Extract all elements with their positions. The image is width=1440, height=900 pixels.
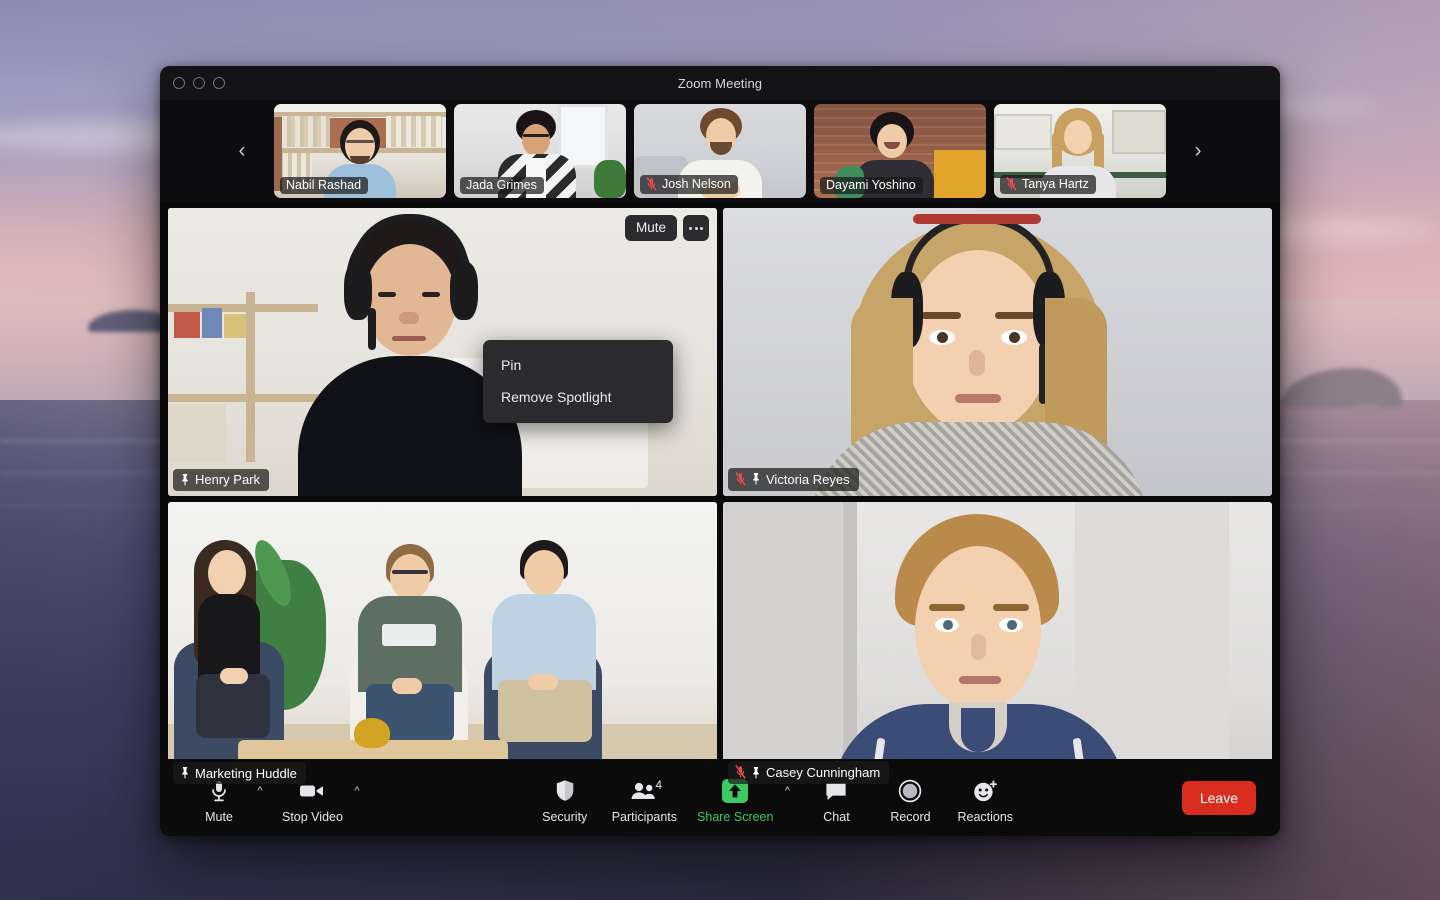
participant-name: Nabil Rashad [286, 178, 362, 192]
audio-options-caret[interactable]: ^ [252, 783, 268, 799]
filmstrip-name-pill: Josh Nelson [640, 175, 738, 194]
more-options-button[interactable] [683, 215, 709, 241]
filmstrip-tile-dayami-yoshino[interactable]: Dayami Yoshino [814, 104, 986, 198]
muted-mic-icon [735, 471, 746, 486]
participants-count: 4 [655, 777, 663, 792]
share-screen-button-label: Share Screen [697, 809, 774, 824]
filmstrip-tile-tanya-hartz[interactable]: Tanya Hartz [994, 104, 1166, 198]
spotlight-pin-icon [180, 473, 190, 486]
participants-button[interactable]: 4 Participants [602, 772, 687, 824]
video-tile-henry-park[interactable]: Mute Pin Remove Spotlight Henry Park [168, 208, 717, 496]
window-traffic-lights [173, 77, 225, 89]
participant-name: Henry Park [195, 472, 261, 487]
toolbar-right-group: Leave [1181, 780, 1280, 815]
share-options-caret[interactable]: ^ [779, 783, 795, 799]
video-feed [723, 208, 1272, 496]
chat-button-label: Chat [823, 809, 850, 824]
participant-context-menu: Pin Remove Spotlight [483, 340, 673, 423]
record-circle-icon [898, 776, 922, 806]
participant-name: Josh Nelson [662, 177, 731, 192]
mute-participant-button[interactable]: Mute [624, 215, 677, 241]
filmstrip-track: Nabil Rashad Jada Grimes Josh Nelson Day… [274, 104, 1166, 198]
filmstrip-tile-nabil-rashad[interactable]: Nabil Rashad [274, 104, 446, 198]
video-grid: Mute Pin Remove Spotlight Henry Park Vic… [160, 202, 1280, 793]
filmstrip-tile-josh-nelson[interactable]: Josh Nelson [634, 104, 806, 198]
video-options-caret[interactable]: ^ [349, 783, 365, 799]
filmstrip-prev-arrow[interactable]: ‹ [218, 100, 266, 202]
close-button[interactable] [173, 77, 185, 89]
participant-name: Casey Cunningham [766, 765, 881, 780]
people-icon [630, 776, 658, 806]
context-menu-item-remove-spotlight[interactable]: Remove Spotlight [483, 381, 673, 413]
filmstrip-name-pill: Jada Grimes [460, 176, 544, 194]
leave-button[interactable]: Leave [1181, 780, 1256, 815]
spotlight-pin-icon [751, 472, 761, 485]
participant-name: Dayami Yoshino [826, 178, 916, 192]
participant-name: Jada Grimes [466, 178, 537, 192]
stop-video-button-label: Stop Video [282, 809, 343, 824]
smiley-plus-icon [972, 776, 998, 806]
window-title: Zoom Meeting [677, 75, 763, 91]
tile-name-pill: Henry Park [173, 468, 270, 491]
reactions-button[interactable]: Reactions [947, 772, 1023, 824]
tile-name-pill: Casey Cunningham [728, 761, 890, 784]
tile-hover-controls: Mute [624, 215, 709, 241]
filmstrip-name-pill: Tanya Hartz [1000, 175, 1096, 194]
video-tile-marketing-huddle[interactable]: Marketing Huddle [168, 501, 717, 789]
filmstrip-next-arrow[interactable]: › [1174, 100, 1222, 202]
spotlight-pin-icon [180, 766, 190, 779]
wallpaper-rock [1350, 404, 1380, 413]
filmstrip-tile-jada-grimes[interactable]: Jada Grimes [454, 104, 626, 198]
filmstrip-name-pill: Dayami Yoshino [820, 176, 923, 194]
muted-mic-icon [646, 177, 657, 191]
muted-mic-icon [735, 765, 746, 779]
participant-name: Victoria Reyes [766, 471, 850, 487]
security-button[interactable]: Security [528, 772, 602, 824]
security-button-label: Security [542, 809, 588, 824]
maximize-button[interactable] [213, 77, 225, 89]
participant-filmstrip: ‹ Nabil Rashad Jada Grimes Josh Nelson D… [160, 100, 1280, 202]
context-menu-item-pin[interactable]: Pin [483, 349, 673, 381]
video-feed [723, 501, 1272, 789]
spotlight-pin-icon [751, 766, 761, 779]
record-button-label: Record [890, 809, 931, 824]
muted-mic-icon [1006, 177, 1017, 191]
zoom-meeting-window: Zoom Meeting ‹ Nabil Rashad Jada Grimes … [160, 66, 1280, 836]
tile-name-pill: Marketing Huddle [173, 762, 306, 784]
shield-icon [555, 776, 575, 806]
window-titlebar: Zoom Meeting [160, 66, 1280, 100]
mute-button-label: Mute [205, 809, 233, 824]
video-feed [168, 501, 717, 789]
meeting-toolbar: Mute ^ Stop Video ^ Security 4 Participa… [160, 759, 1280, 836]
participant-name: Marketing Huddle [195, 765, 297, 781]
minimize-button[interactable] [193, 77, 205, 89]
video-tile-casey-cunningham[interactable]: Casey Cunningham [723, 501, 1272, 789]
ellipsis-icon [689, 226, 703, 230]
video-tile-victoria-reyes[interactable]: Victoria Reyes [723, 208, 1272, 496]
participants-button-label: Participants [611, 809, 678, 824]
filmstrip-name-pill: Nabil Rashad [280, 176, 369, 194]
participant-name: Tanya Hartz [1022, 177, 1089, 192]
reactions-button-label: Reactions [957, 809, 1014, 824]
tile-name-pill: Victoria Reyes [728, 467, 859, 491]
